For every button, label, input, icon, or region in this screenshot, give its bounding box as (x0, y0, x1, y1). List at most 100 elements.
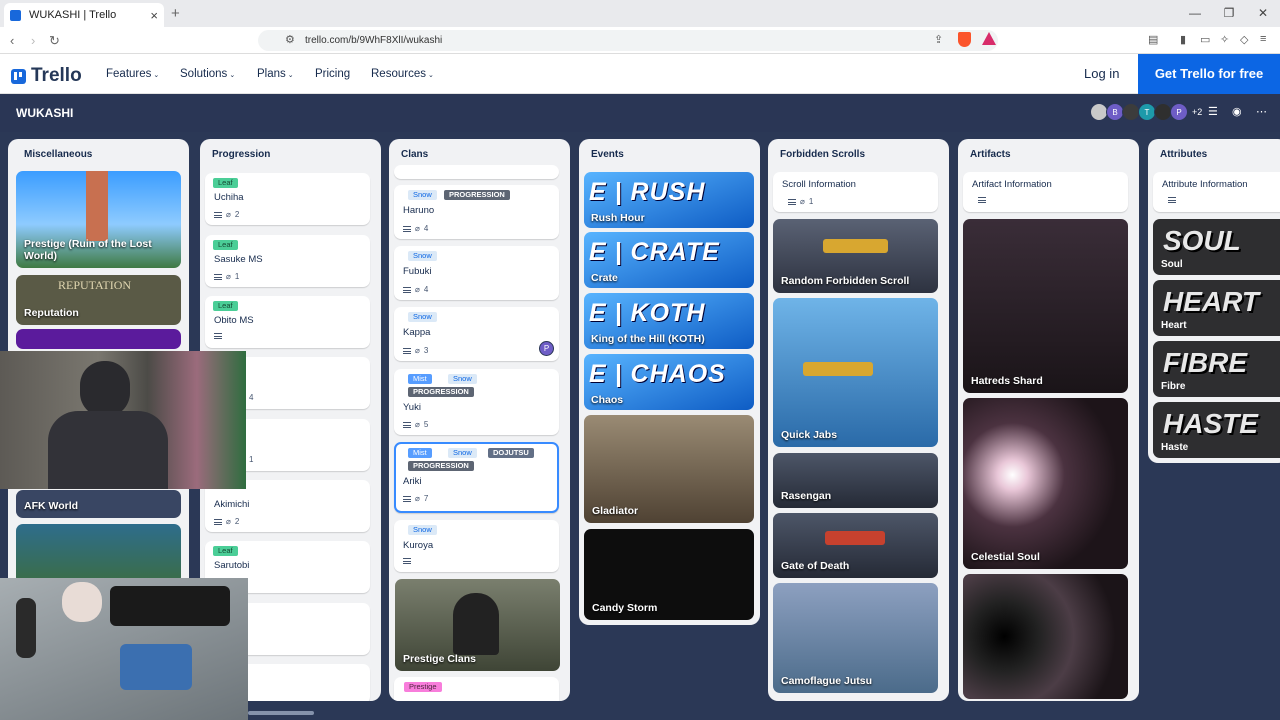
reload-icon[interactable]: ↻ (49, 33, 60, 49)
sidebar-icon[interactable]: ▮ (1180, 33, 1186, 46)
get-trello-free-button[interactable]: Get Trello for free (1138, 54, 1280, 94)
card-hatreds-shard[interactable]: Hatreds Shard (963, 219, 1128, 393)
card-chaos[interactable]: E | CHAOS Chaos (584, 354, 754, 410)
leo-icon[interactable]: ✧ (1220, 33, 1229, 46)
card-attribute-information[interactable]: Attribute Information (1153, 172, 1280, 212)
tab-title: WUKASHI | Trello (29, 9, 117, 21)
share-icon[interactable]: ⇪ (934, 33, 943, 46)
card-rush-hour[interactable]: E | RUSH Rush Hour (584, 172, 754, 228)
attachment-icon: ⌀ (415, 420, 420, 429)
list-item[interactable] (394, 165, 559, 179)
close-window-icon[interactable]: ✕ (1246, 0, 1280, 27)
minimize-icon[interactable]: — (1178, 0, 1212, 27)
card-reputation[interactable]: REPUTATION Reputation (16, 275, 181, 325)
list-item[interactable]: Snow Kappa ⌀ 3 P (394, 307, 559, 361)
card-prestige-clans[interactable]: Prestige Clans (395, 579, 560, 671)
board-horizontal-scrollbar[interactable] (248, 711, 314, 715)
card-image[interactable] (963, 574, 1128, 699)
login-link[interactable]: Log in (1084, 66, 1119, 81)
card-heart[interactable]: HEART Heart (1153, 280, 1280, 336)
card-random-forbidden-scroll[interactable]: Random Forbidden Scroll (773, 219, 938, 293)
list-item[interactable]: Leaf Sasuke MS ⌀ 1 (205, 235, 370, 287)
board-members[interactable]: B T P +2 (1090, 103, 1202, 121)
forward-icon[interactable]: › (31, 33, 35, 48)
list-title[interactable]: Progression (212, 149, 270, 160)
list-item[interactable]: Leaf Obito MS (205, 296, 370, 348)
more-icon[interactable]: ⋯ (1256, 105, 1267, 118)
card-camoflague-jutsu[interactable]: Camoflague Jutsu (773, 583, 938, 693)
list-item[interactable]: Snow Fubuki ⌀ 4 (394, 246, 559, 300)
card-title: Prestige Clans (403, 653, 476, 665)
list-title[interactable]: Forbidden Scrolls (780, 149, 865, 160)
card-celestial-soul[interactable]: Celestial Soul (963, 398, 1128, 569)
menu-icon[interactable]: ≡ (1260, 33, 1266, 45)
brave-rewards-icon[interactable] (982, 32, 996, 45)
nav-features[interactable]: Features ⌄ (106, 68, 159, 80)
card-rasengan[interactable]: Rasengan (773, 453, 938, 508)
label-leaf: Leaf (213, 240, 238, 250)
list-item[interactable]: Leaf Uchiha ⌀ 2 (205, 173, 370, 225)
card-gladiator[interactable]: Gladiator (584, 415, 754, 523)
list-item-selected[interactable]: Mist Snow DOJUTSU PROGRESSION Ariki ⌀ 7 (394, 442, 559, 513)
nav-plans[interactable]: Plans ⌄ (257, 68, 294, 80)
card-koth[interactable]: E | KOTH King of the Hill (KOTH) (584, 293, 754, 349)
character-shape (453, 593, 499, 655)
avatar[interactable]: P (1170, 103, 1188, 121)
avatar[interactable]: P (539, 341, 554, 356)
attribute-banner: HASTE (1163, 408, 1258, 439)
back-icon[interactable]: ‹ (10, 33, 14, 48)
card-image[interactable] (16, 329, 181, 349)
card-quick-jabs[interactable]: Quick Jabs (773, 298, 938, 447)
card-afk-world[interactable]: AFK World (16, 490, 181, 518)
nav-solutions[interactable]: Solutions ⌄ (180, 68, 235, 80)
globe-icon[interactable]: ◉ (1232, 105, 1242, 118)
attachment-count: 2 (234, 517, 240, 526)
list-title[interactable]: Clans (401, 149, 428, 160)
card-candy-storm[interactable]: Candy Storm (584, 529, 754, 620)
description-icon (214, 333, 222, 339)
list-title[interactable]: Miscellaneous (24, 149, 92, 160)
hand-shape (62, 582, 102, 622)
url-field[interactable]: trello.com/b/9WhF8XlI/wukashi (258, 30, 998, 51)
list-title[interactable]: Events (591, 149, 624, 160)
close-tab-icon[interactable]: × (150, 8, 158, 23)
card-scroll-information[interactable]: Scroll Information ⌀ 1 (773, 172, 938, 212)
wallet-icon[interactable]: ▭ (1200, 33, 1210, 46)
nav-pricing[interactable]: Pricing (315, 68, 350, 80)
more-members-count[interactable]: +2 (1192, 107, 1202, 117)
brave-shield-icon[interactable] (958, 32, 971, 47)
card-fibre[interactable]: FIBRE Fibre (1153, 341, 1280, 397)
card-prestige[interactable]: Prestige (Ruin of the Lost World) (16, 171, 181, 268)
card-artifact-information[interactable]: Artifact Information (963, 172, 1128, 212)
list-title[interactable]: Attributes (1160, 149, 1207, 160)
site-info-icon[interactable]: ⚙ (285, 33, 295, 46)
new-tab-icon[interactable]: + (171, 5, 180, 22)
trello-logo[interactable]: Trello (11, 65, 82, 87)
nav-label: Pricing (315, 68, 351, 80)
card-meta: ⌀ 7 (403, 494, 428, 503)
card-image[interactable] (16, 524, 181, 584)
description-icon (788, 198, 796, 205)
card-title: Sasuke MS (214, 254, 263, 265)
board-title[interactable]: WUKASHI (16, 106, 73, 120)
filter-icon[interactable]: ☰ (1208, 105, 1218, 118)
list-item[interactable]: Mist Snow PROGRESSION Yuki ⌀ 5 (394, 369, 559, 435)
list-artifacts: Artifacts Artifact Information Hatreds S… (958, 139, 1139, 701)
card-crate[interactable]: E | CRATE Crate (584, 232, 754, 288)
card-gate-of-death[interactable]: Gate of Death (773, 513, 938, 578)
list-item[interactable]: Snow Kuroya (394, 520, 559, 572)
window-controls: — ❐ ✕ (1178, 0, 1280, 27)
card-haste[interactable]: HASTE Haste (1153, 402, 1280, 458)
card-title: Kappa (403, 327, 431, 338)
nav-resources[interactable]: Resources ⌄ (371, 68, 434, 80)
list-title[interactable]: Artifacts (970, 149, 1011, 160)
vpn-icon[interactable]: ◇ (1240, 33, 1248, 46)
chevron-down-icon: ⌄ (427, 72, 434, 79)
list-item[interactable]: Prestige (394, 677, 559, 701)
reader-icon[interactable]: ▤ (1148, 33, 1158, 46)
attachment-icon: ⌀ (226, 272, 231, 281)
card-soul[interactable]: SOUL Soul (1153, 219, 1280, 275)
restore-icon[interactable]: ❐ (1212, 0, 1246, 27)
list-item[interactable]: Snow PROGRESSION Haruno ⌀ 4 (394, 185, 559, 239)
browser-tab[interactable]: WUKASHI | Trello × (4, 3, 164, 27)
